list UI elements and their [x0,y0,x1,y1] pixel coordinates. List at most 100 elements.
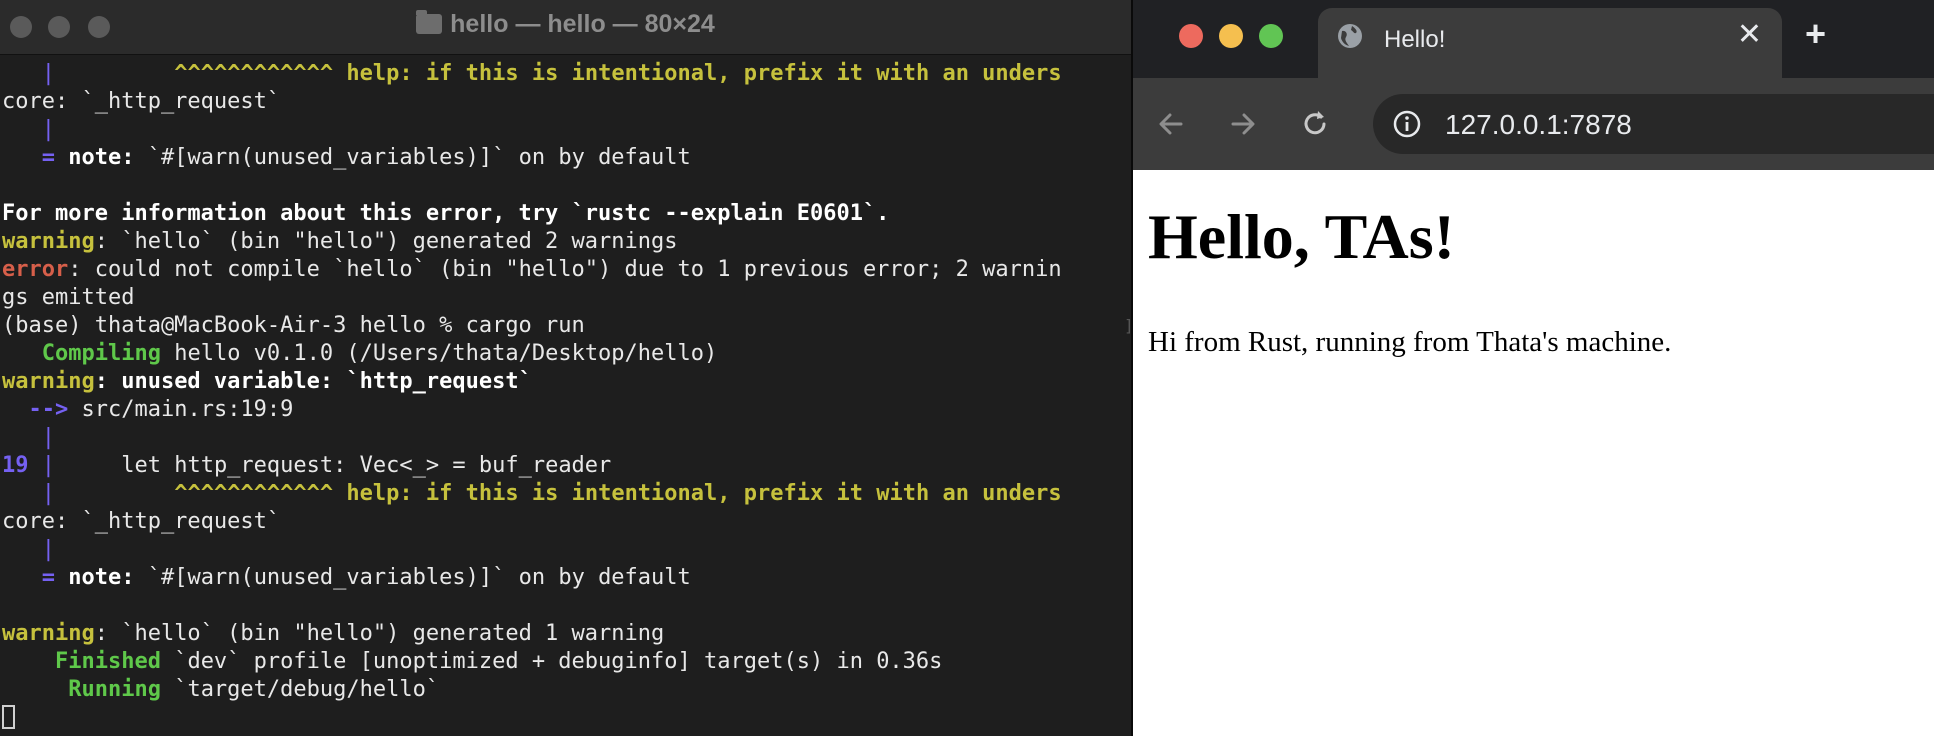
globe-icon [1338,24,1362,48]
reload-icon[interactable] [1297,106,1333,142]
terminal-line: For more information about this error, t… [2,200,1123,228]
terminal-line: --> src/main.rs:19:9 [2,396,1123,424]
terminal-title: hello — hello — 80×24 [450,10,715,38]
output-text: : `hello` (bin "hello") generated 2 warn… [94,229,678,254]
help-text: help: if this is intentional, prefix it … [333,61,1062,86]
page-paragraph: Hi from Rust, running from Thata's machi… [1148,326,1672,358]
output-text: `target/debug/hello` [160,677,440,702]
arrow-left-icon[interactable] [1153,106,1189,142]
output-text: src/main.rs:19:9 [68,397,294,422]
terminal-line: Running `target/debug/hello` [2,676,1123,704]
terminal-line: core: `_http_request` [2,88,1123,116]
tab-title: Hello! [1384,26,1446,53]
gutter-bar: | [41,61,55,86]
output-text: hello v0.1.0 (/Users/thata/Desktop/hello… [160,341,718,366]
page-heading: Hello, TAs! [1148,201,1455,272]
browser-toolbar: 127.0.0.1:7878 [1133,78,1934,170]
note-label: note: [55,565,135,590]
output-text: `dev` profile [unoptimized + debuginfo] … [160,649,943,674]
gutter-equals: = [41,145,55,170]
terminal-line: | ^^^^^^^^^^^^ help: if this is intentio… [2,60,1123,88]
terminal-line: = note: `#[warn(unused_variables)]` on b… [2,144,1123,172]
terminal-output[interactable]: | ^^^^^^^^^^^^ help: if this is intentio… [2,60,1123,732]
new-tab-button[interactable]: + [1805,14,1826,54]
caret-underline: ^^^^^^^^^^^^ [174,481,334,506]
output-text: let http_request: Vec<_> = buf_reader [55,453,612,478]
output-text: : could not compile `hello` (bin "hello"… [68,257,1062,282]
status-label: Compiling [41,341,161,366]
close-window-button[interactable] [1179,24,1203,48]
terminal-line: warning: `hello` (bin "hello") generated… [2,228,1123,256]
note-label: note: [55,145,135,170]
info-icon[interactable] [1391,108,1423,140]
output-text: : `hello` (bin "hello") generated 1 warn… [94,621,665,646]
gutter-bar: | [41,537,55,562]
minimize-window-button[interactable] [1219,24,1243,48]
browser-window[interactable]: Hello! ✕ + 127.0.0.1:7878 Hello, TAs! Hi… [1133,0,1934,736]
gutter-bar: | [41,425,55,450]
line-number: 19 [2,453,29,478]
tab-close-icon[interactable]: ✕ [1737,20,1762,50]
tab-strip: Hello! ✕ + [1133,0,1934,80]
gutter-equals: = [41,565,55,590]
terminal-titlebar[interactable]: hello — hello — 80×24 [0,0,1131,55]
arrow-right-icon[interactable] [1225,106,1261,142]
terminal-line: Compiling hello v0.1.0 (/Users/thata/Des… [2,340,1123,368]
output-text: core: `_http_request` [2,89,281,114]
terminal-window[interactable]: hello — hello — 80×24 | ^^^^^^^^^^^^ hel… [0,0,1131,736]
gutter-bar: | [41,481,55,506]
warning-label: warning [2,369,95,394]
output-text: `#[warn(unused_variables)]` on by defaul… [134,565,691,590]
output-text: core: `_http_request` [2,509,281,534]
terminal-line: core: `_http_request` [2,508,1123,536]
terminal-line: | [2,424,1123,452]
scroll-marker-icon: ] [1124,316,1131,335]
gutter-bar: | [41,117,55,142]
warning-label: warning [2,621,95,646]
terminal-prompt-line[interactable] [2,704,1123,732]
output-text: (base) thata@MacBook-Air-3 hello % cargo… [2,313,585,338]
warning-label: warning [2,229,95,254]
terminal-line: warning: `hello` (bin "hello") generated… [2,620,1123,648]
caret-underline: ^^^^^^^^^^^^ [174,61,334,86]
url-text[interactable]: 127.0.0.1:7878 [1445,109,1632,141]
terminal-line: | [2,116,1123,144]
terminal-line: | [2,536,1123,564]
output-text: `#[warn(unused_variables)]` on by defaul… [134,145,691,170]
terminal-line: = note: `#[warn(unused_variables)]` on b… [2,564,1123,592]
zoom-window-button[interactable] [1259,24,1283,48]
output-text: For more information about this error, t… [2,201,890,226]
terminal-line: error: could not compile `hello` (bin "h… [2,256,1123,284]
output-text: gs emitted [2,285,135,310]
gutter-bar: | [28,453,55,478]
output-text: : unused variable: `http_request` [94,369,532,394]
error-label: error [2,257,69,282]
terminal-line: 19 | let http_request: Vec<_> = buf_read… [2,452,1123,480]
tab-hello[interactable]: Hello! ✕ [1318,8,1782,80]
address-bar[interactable]: 127.0.0.1:7878 [1373,94,1934,154]
status-label: Finished [54,649,161,674]
location-arrow: --> [28,397,69,422]
folder-icon [416,10,443,34]
terminal-cursor[interactable] [2,705,15,729]
terminal-line: warning: unused variable: `http_request` [2,368,1123,396]
page-content: Hello, TAs! Hi from Rust, running from T… [1133,170,1934,736]
help-text: help: if this is intentional, prefix it … [333,481,1062,506]
status-label: Running [68,677,161,702]
terminal-line: Finished `dev` profile [unoptimized + de… [2,648,1123,676]
